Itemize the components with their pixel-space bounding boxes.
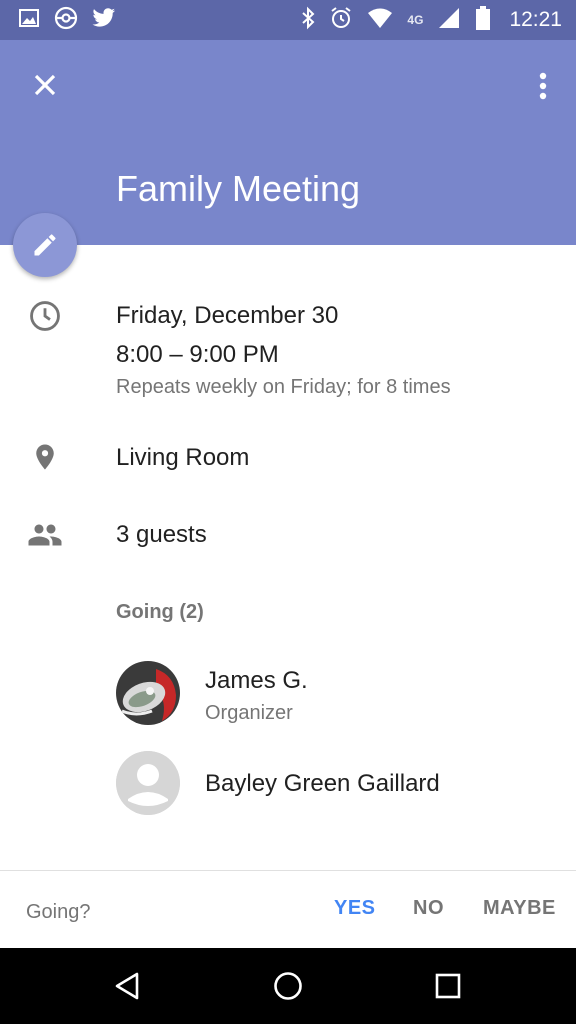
- back-icon: [115, 972, 139, 1000]
- event-date: Friday, December 30: [116, 302, 339, 329]
- guest-count: 3 guests: [116, 521, 207, 548]
- bluetooth-icon: [301, 6, 315, 35]
- rsvp-yes-button[interactable]: YES: [334, 897, 376, 920]
- rsvp-maybe-button[interactable]: MAYBE: [483, 897, 556, 920]
- event-title: Family Meeting: [116, 168, 361, 209]
- network-type: 4G: [407, 13, 424, 27]
- gallery-icon: [18, 7, 40, 34]
- default-avatar-icon[interactable]: [116, 751, 180, 815]
- home-button[interactable]: [268, 966, 308, 1006]
- status-bar: 4G 12:21: [0, 0, 576, 40]
- clock-icon: [26, 297, 64, 335]
- event-recurrence: Repeats weekly on Friday; for 8 times: [116, 376, 451, 398]
- event-header: Family Meeting: [0, 40, 576, 245]
- alarm-icon: [329, 6, 353, 35]
- event-location[interactable]: Living Room: [116, 444, 249, 472]
- recents-button[interactable]: [428, 966, 468, 1006]
- people-icon: [26, 516, 64, 554]
- guest-name: James G.: [205, 667, 308, 694]
- edit-button[interactable]: [13, 213, 77, 277]
- home-icon: [274, 972, 302, 1000]
- guest-name: Bayley Green Gaillard: [205, 770, 440, 797]
- rsvp-bar: Going? YES NO MAYBE: [0, 870, 576, 948]
- back-button[interactable]: [108, 966, 148, 1006]
- twitter-icon: [92, 7, 116, 34]
- pokeball-icon: [54, 6, 78, 35]
- guest-role: Organizer: [205, 702, 293, 724]
- event-time: 8:00 – 9:00 PM: [116, 341, 279, 368]
- more-options-button[interactable]: [530, 66, 556, 106]
- close-button[interactable]: [24, 64, 66, 106]
- going-section-label: Going (2): [116, 601, 204, 623]
- more-vert-icon: [539, 72, 547, 100]
- location-pin-icon: [26, 438, 64, 476]
- battery-icon: [475, 5, 491, 36]
- clock: 12:21: [509, 8, 562, 31]
- edit-icon: [34, 234, 56, 256]
- wifi-icon: [367, 7, 393, 34]
- avatar[interactable]: [116, 661, 180, 725]
- signal-icon: [437, 6, 461, 35]
- recents-icon: [435, 973, 461, 999]
- rsvp-no-button[interactable]: NO: [413, 897, 444, 920]
- system-nav-bar: [0, 948, 576, 1024]
- close-icon: [34, 74, 56, 96]
- rsvp-question: Going?: [26, 901, 91, 923]
